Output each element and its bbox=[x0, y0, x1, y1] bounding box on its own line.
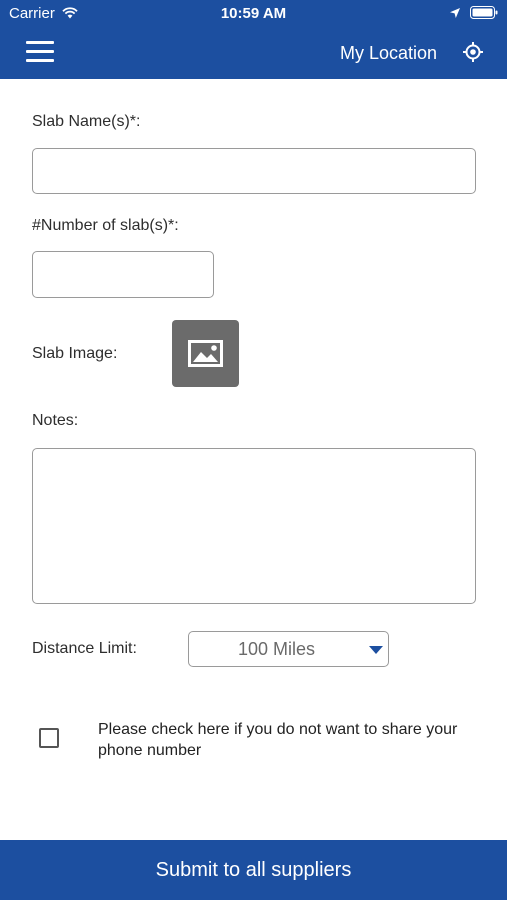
app-header: Carrier 10:59 AM My Location bbox=[0, 0, 507, 79]
hamburger-menu-icon[interactable] bbox=[26, 41, 54, 63]
notes-textarea[interactable] bbox=[32, 448, 476, 604]
status-bar: Carrier 10:59 AM bbox=[0, 0, 507, 28]
clock: 10:59 AM bbox=[220, 5, 287, 22]
chevron-down-icon bbox=[369, 646, 383, 654]
distance-limit-label: Distance Limit: bbox=[32, 640, 137, 657]
share-phone-checkbox[interactable] bbox=[39, 728, 59, 748]
battery-icon bbox=[470, 6, 498, 23]
slab-count-input[interactable] bbox=[32, 251, 214, 298]
slab-name-label: Slab Name(s)*: bbox=[32, 113, 141, 130]
location-arrow-icon bbox=[449, 6, 461, 23]
share-phone-label: Please check here if you do not want to … bbox=[98, 721, 458, 759]
my-location-button[interactable]: My Location bbox=[340, 43, 437, 64]
distance-limit-select[interactable]: 100 Miles bbox=[188, 631, 389, 667]
slab-count-label: #Number of slab(s)*: bbox=[32, 217, 179, 234]
slab-image-button[interactable] bbox=[172, 320, 239, 387]
slab-image-label: Slab Image: bbox=[32, 345, 118, 362]
image-icon bbox=[188, 340, 223, 367]
submit-button[interactable]: Submit to all suppliers bbox=[0, 840, 507, 900]
distance-limit-value: 100 Miles bbox=[237, 639, 316, 659]
slab-name-input[interactable] bbox=[32, 148, 476, 194]
target-location-icon[interactable] bbox=[462, 41, 484, 63]
notes-label: Notes: bbox=[32, 412, 79, 429]
